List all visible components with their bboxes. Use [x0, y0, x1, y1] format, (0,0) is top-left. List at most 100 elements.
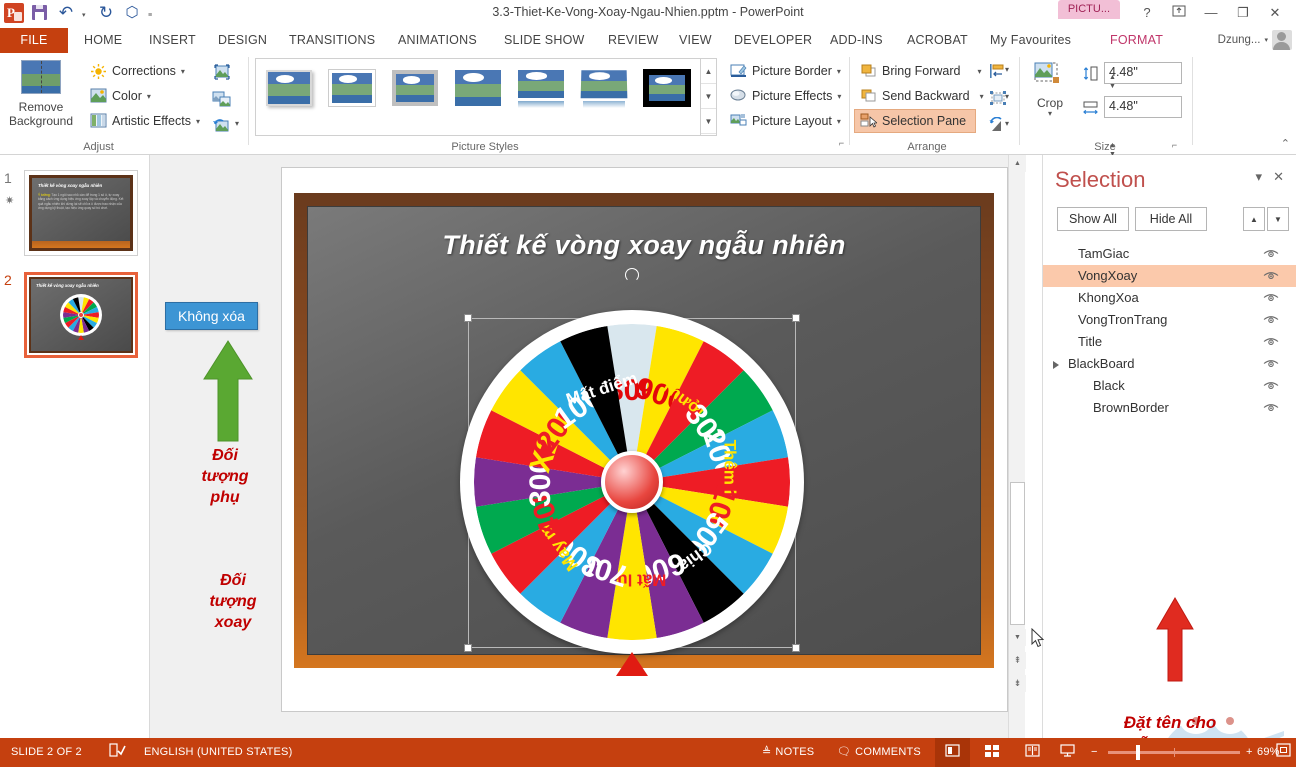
move-up-button[interactable]: ▲: [1243, 207, 1265, 231]
tab-file[interactable]: FILE: [0, 28, 68, 53]
picture-style-3[interactable]: [388, 67, 442, 109]
gallery-more-button[interactable]: ▼: [701, 109, 716, 134]
notes-button[interactable]: ≜ NOTES: [753, 738, 823, 767]
zoom-out-button[interactable]: −: [1085, 738, 1104, 767]
remove-background-button[interactable]: Remove Background: [2, 57, 80, 128]
shape-width-input[interactable]: 4.48": [1104, 96, 1182, 118]
close-button[interactable]: ✕: [1260, 2, 1290, 24]
reset-picture-button[interactable]: [208, 113, 234, 137]
tab-review[interactable]: REVIEW: [598, 28, 669, 53]
selection-item-blackboard[interactable]: BlackBoard: [1043, 353, 1296, 375]
spinning-wheel[interactable]: 800 900 Thưởng 300 200 Thêm lượt 100 500 Chia 26…: [452, 268, 812, 676]
picture-style-2[interactable]: [325, 67, 379, 109]
picture-effects-button[interactable]: Picture Effects ▾: [724, 84, 847, 108]
slide-thumbnail-1[interactable]: 1 ✷ Thiết kế vòng xoay ngẫu nhiên Ý tưởn…: [4, 170, 138, 256]
tab-animations[interactable]: ANIMATIONS: [388, 28, 487, 53]
tab-design[interactable]: DESIGN: [208, 28, 277, 53]
reading-view-button[interactable]: [1015, 738, 1050, 767]
corrections-button[interactable]: Corrections ▾: [84, 59, 191, 83]
send-backward-button[interactable]: Send Backward ▾: [854, 84, 990, 108]
scroll-up-button[interactable]: ▲: [1009, 155, 1026, 172]
selection-item-brownborder[interactable]: BrownBorder: [1043, 397, 1296, 419]
hide-all-button[interactable]: Hide All: [1135, 207, 1207, 231]
language-indicator[interactable]: ENGLISH (UNITED STATES): [135, 738, 301, 767]
tab-add-ins[interactable]: ADD-INS: [820, 28, 893, 53]
slide-sorter-button[interactable]: [975, 738, 1010, 767]
help-icon[interactable]: ?: [1132, 2, 1162, 24]
ribbon-display-options-icon[interactable]: [1164, 2, 1194, 24]
visibility-eye-icon[interactable]: [1263, 248, 1279, 260]
picture-styles-gallery[interactable]: ▲ ▼ ▼: [255, 58, 717, 136]
restore-button[interactable]: ❐: [1228, 2, 1258, 24]
rotation-handle[interactable]: [625, 268, 639, 282]
tab-my-favourites[interactable]: My Favourites: [980, 28, 1081, 53]
expand-collapse-icon[interactable]: [1053, 361, 1059, 369]
comments-button[interactable]: 🗨 COMMENTS: [828, 738, 930, 767]
show-all-button[interactable]: Show All: [1057, 207, 1129, 231]
picture-border-button[interactable]: Picture Border ▾: [724, 59, 847, 83]
previous-slide-button[interactable]: ⇞: [1009, 652, 1026, 669]
change-picture-button[interactable]: [208, 86, 234, 110]
next-slide-button[interactable]: ⇟: [1009, 675, 1026, 692]
selection-item-black[interactable]: Black: [1043, 375, 1296, 397]
spellcheck-icon[interactable]: [105, 738, 130, 767]
crop-caret-icon[interactable]: ▾: [1024, 109, 1076, 118]
zoom-slider-knob[interactable]: [1136, 745, 1140, 760]
slide-title-text[interactable]: Thiết kế vòng xoay ngẫu nhiên: [294, 230, 994, 261]
slide-editing-area[interactable]: Thiết kế vòng xoay ngẫu nhiên 800 900 Thưở…: [281, 167, 1008, 712]
visibility-eye-icon[interactable]: [1263, 358, 1279, 370]
fit-to-window-button[interactable]: [1272, 738, 1295, 767]
selection-pane-close-icon[interactable]: ✕: [1273, 169, 1284, 185]
normal-view-button[interactable]: [935, 738, 970, 767]
picture-style-7[interactable]: [640, 67, 694, 109]
selection-item-title[interactable]: Title: [1043, 331, 1296, 353]
tab-acrobat[interactable]: ACROBAT: [897, 28, 978, 53]
tab-slide-show[interactable]: SLIDE SHOW: [494, 28, 595, 53]
canvas-scrollbar[interactable]: ▲ ▼ ⇞ ⇟: [1008, 155, 1026, 738]
user-account[interactable]: Dzung... ▾: [1218, 30, 1292, 50]
picture-layout-button[interactable]: Picture Layout ▾: [724, 109, 847, 133]
visibility-eye-icon[interactable]: [1263, 292, 1279, 304]
scroll-down-button[interactable]: ▼: [1009, 629, 1026, 646]
artistic-effects-button[interactable]: Artistic Effects ▾: [84, 109, 206, 133]
collapse-ribbon-button[interactable]: ⌃: [1281, 137, 1290, 150]
tab-view[interactable]: VIEW: [669, 28, 722, 53]
slide-indicator[interactable]: SLIDE 2 OF 2: [2, 738, 91, 767]
rotate-caret-icon[interactable]: ▾: [1005, 119, 1009, 128]
gallery-scroll-down[interactable]: ▼: [701, 84, 716, 109]
visibility-eye-icon[interactable]: [1263, 402, 1279, 414]
minimize-button[interactable]: —: [1196, 2, 1226, 24]
picture-style-4[interactable]: [451, 67, 505, 109]
tab-format[interactable]: FORMAT: [1100, 28, 1174, 53]
tab-insert[interactable]: INSERT: [139, 28, 206, 53]
annotation-keep-button[interactable]: Không xóa: [165, 302, 258, 330]
tab-transitions[interactable]: TRANSITIONS: [279, 28, 385, 53]
selection-item-vongtrontrang[interactable]: VongTronTrang: [1043, 309, 1296, 331]
reset-picture-caret-icon[interactable]: ▾: [235, 119, 239, 128]
selection-pane-button[interactable]: Selection Pane: [854, 109, 976, 133]
visibility-eye-icon[interactable]: [1263, 270, 1279, 282]
picture-style-5[interactable]: [514, 67, 568, 109]
gallery-scroll-up[interactable]: ▲: [701, 59, 716, 84]
picture-styles-dialog-launcher[interactable]: ⌐: [836, 138, 847, 149]
picture-style-6[interactable]: [577, 67, 631, 109]
slideshow-view-button[interactable]: [1050, 738, 1085, 767]
align-caret-icon[interactable]: ▾: [1005, 65, 1009, 74]
zoom-slider[interactable]: [1108, 745, 1240, 760]
shape-height-stepper[interactable]: ▲ ▼: [1106, 73, 1119, 91]
compress-pictures-button[interactable]: [208, 59, 234, 83]
selection-item-khongxoa[interactable]: KhongXoa: [1043, 287, 1296, 309]
selection-item-vongxoay[interactable]: VongXoay: [1043, 265, 1296, 287]
visibility-eye-icon[interactable]: [1263, 314, 1279, 326]
selection-item-tamgiac[interactable]: TamGiac: [1043, 243, 1296, 265]
selection-pane-collapse-icon[interactable]: ▾: [1255, 169, 1262, 185]
tab-home[interactable]: HOME: [74, 28, 132, 53]
picture-style-1[interactable]: [262, 67, 316, 109]
slide-thumbnail-2[interactable]: 2 Thiết kế vòng xoay ngẫu nhiên: [4, 272, 138, 358]
group-caret-icon[interactable]: ▾: [1005, 92, 1009, 101]
visibility-eye-icon[interactable]: [1263, 380, 1279, 392]
crop-button[interactable]: Crop ▾: [1024, 57, 1076, 118]
tab-developer[interactable]: DEVELOPER: [724, 28, 822, 53]
bring-forward-button[interactable]: Bring Forward ▾: [854, 59, 988, 83]
scrollbar-thumb[interactable]: [1010, 482, 1025, 625]
